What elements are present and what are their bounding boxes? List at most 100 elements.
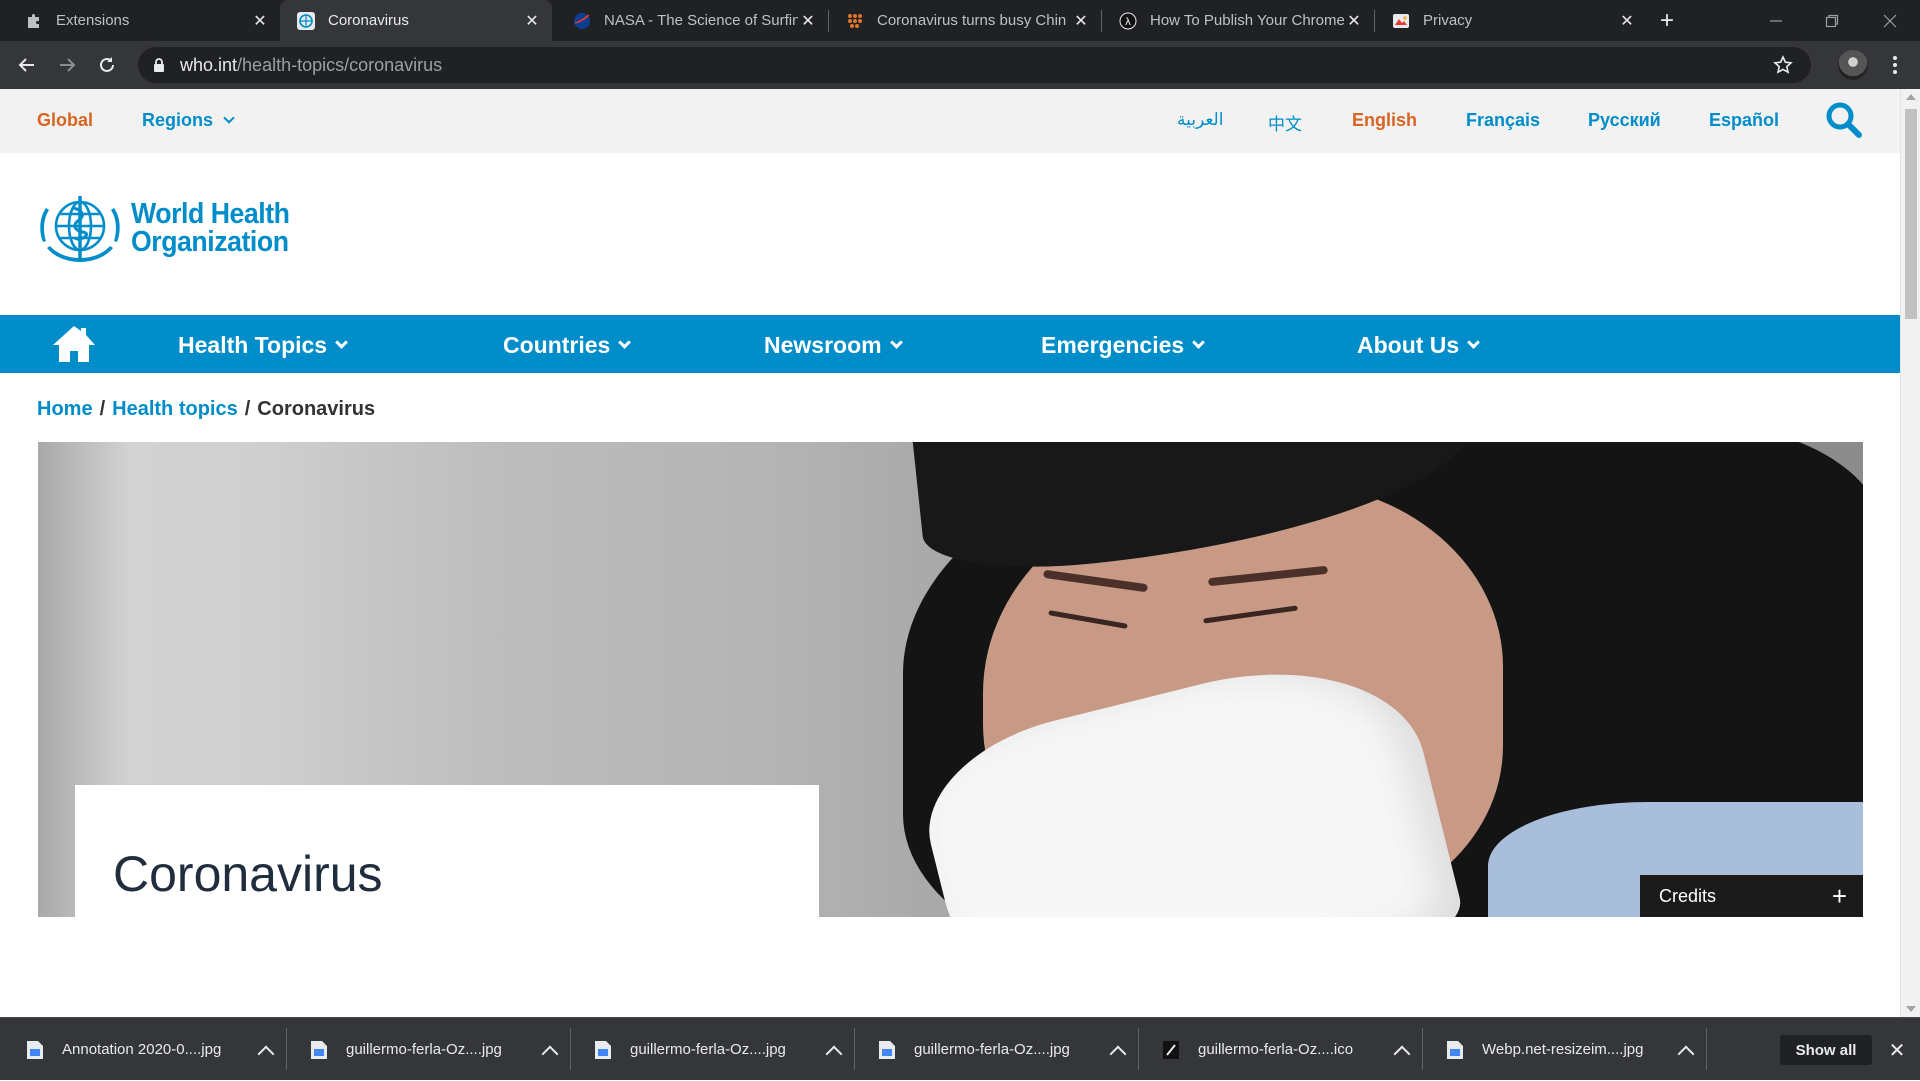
breadcrumb-current: Coronavirus — [257, 398, 376, 420]
new-tab-button[interactable]: + — [1653, 7, 1681, 34]
page-viewport: Global Regions العربية 中文 English França… — [0, 89, 1900, 1017]
download-filename: guillermo-ferla-Oz....jpg — [630, 1041, 786, 1058]
chevron-down-icon — [618, 336, 632, 349]
download-separator — [1706, 1028, 1707, 1070]
tab-title: Coronavirus — [328, 12, 409, 29]
address-bar[interactable]: who.int/health-topics/coronavirus — [138, 47, 1811, 83]
regions-dropdown[interactable]: Regions — [142, 110, 235, 131]
breadcrumb-separator: / — [244, 398, 251, 420]
nav-label: Newsroom — [764, 332, 882, 358]
profile-avatar[interactable] — [1838, 50, 1868, 80]
logo-line-1: World Health — [131, 198, 290, 230]
nav-newsroom[interactable]: Newsroom — [764, 332, 903, 359]
reload-button[interactable] — [91, 49, 123, 81]
nav-health-topics[interactable]: Health Topics — [178, 332, 348, 359]
chevron-up-icon[interactable] — [257, 1045, 275, 1062]
close-shelf-icon[interactable]: ✕ — [1885, 1038, 1909, 1062]
tab-close-icon[interactable]: ✕ — [250, 11, 270, 31]
forward-arrow-icon — [60, 58, 76, 72]
chevron-up-icon[interactable] — [825, 1045, 843, 1062]
download-filename: guillermo-ferla-Oz....ico — [1198, 1041, 1354, 1058]
tab-title: How To Publish Your Chrome — [1150, 12, 1344, 29]
tab-nasa[interactable]: NASA - The Science of Surfin ✕ — [556, 0, 828, 41]
nav-label: Health Topics — [178, 332, 328, 358]
chrome-menu-button[interactable] — [1883, 49, 1907, 81]
breadcrumb-health-topics-link[interactable]: Health topics — [112, 398, 238, 420]
credits-toggle[interactable]: Credits + — [1640, 875, 1863, 917]
breadcrumb-home-link[interactable]: Home — [37, 398, 93, 420]
page-scrollbar[interactable] — [1900, 89, 1920, 1017]
language-russian[interactable]: Русский — [1588, 110, 1661, 131]
home-button[interactable] — [51, 324, 97, 364]
tab-title: Extensions — [56, 12, 130, 29]
language-french[interactable]: Français — [1466, 110, 1540, 131]
global-link[interactable]: Global — [37, 110, 93, 131]
who-emblem-icon — [40, 196, 120, 262]
tab-strip: Extensions ✕ Coronavirus ✕ NASA - The Sc… — [0, 0, 1920, 41]
download-item[interactable]: guillermo-ferla-Oz....jpg — [284, 1018, 559, 1081]
who-wordmark: World Health Organization — [131, 198, 290, 257]
back-button[interactable] — [11, 49, 43, 81]
tab-title: Privacy — [1423, 12, 1473, 29]
language-english[interactable]: English — [1352, 110, 1417, 131]
language-spanish[interactable]: Español — [1709, 110, 1779, 131]
download-item[interactable]: guillermo-ferla-Oz....jpg — [568, 1018, 843, 1081]
svg-text:λ: λ — [1125, 17, 1131, 28]
home-icon — [53, 326, 95, 362]
chevron-up-icon[interactable] — [1677, 1045, 1695, 1062]
tab-close-icon[interactable]: ✕ — [522, 11, 542, 31]
chevron-down-icon — [1192, 336, 1206, 349]
tab-coronavirus-china[interactable]: Coronavirus turns busy Chin ✕ — [829, 0, 1101, 41]
tab-close-icon[interactable]: ✕ — [798, 11, 818, 31]
back-arrow-icon — [18, 58, 34, 72]
url-path: /health-topics/coronavirus — [237, 54, 443, 75]
download-item[interactable]: Webp.net-resizeim....jpg — [1420, 1018, 1695, 1081]
image-file-icon — [311, 1040, 327, 1059]
hero-title-card: Coronavirus — [75, 785, 819, 917]
language-arabic[interactable]: العربية — [1177, 110, 1223, 130]
nav-emergencies[interactable]: Emergencies — [1041, 332, 1206, 359]
tab-title: Coronavirus turns busy Chin — [877, 12, 1067, 29]
nav-about-us[interactable]: About Us — [1357, 332, 1481, 359]
who-logo[interactable]: World Health Organization — [37, 190, 303, 266]
download-item[interactable]: guillermo-ferla-Oz....ico — [1136, 1018, 1411, 1081]
tab-close-icon[interactable]: ✕ — [1071, 11, 1091, 31]
scroll-up-icon[interactable] — [1906, 94, 1916, 100]
download-filename: guillermo-ferla-Oz....jpg — [346, 1041, 502, 1058]
tab-privacy[interactable]: Privacy ✕ — [1375, 0, 1647, 41]
tab-close-icon[interactable]: ✕ — [1617, 11, 1637, 31]
tab-publish-chrome[interactable]: λ How To Publish Your Chrome ✕ — [1102, 0, 1374, 41]
download-item[interactable]: Annotation 2020-0....jpg — [0, 1018, 275, 1081]
show-all-downloads-button[interactable]: Show all — [1780, 1035, 1872, 1065]
tab-coronavirus[interactable]: Coronavirus ✕ — [280, 0, 552, 41]
chevron-down-icon — [889, 336, 903, 349]
chevron-up-icon[interactable] — [1393, 1045, 1411, 1062]
reload-icon — [100, 57, 114, 72]
forward-button[interactable] — [51, 49, 83, 81]
breadcrumb: Home / Health topics / Coronavirus — [37, 398, 375, 421]
restore-icon — [1825, 14, 1839, 27]
nav-countries[interactable]: Countries — [503, 332, 632, 359]
minimize-button[interactable] — [1748, 0, 1804, 41]
chevron-up-icon[interactable] — [541, 1045, 559, 1062]
page-title: Coronavirus — [113, 846, 383, 902]
tab-extensions[interactable]: Extensions ✕ — [8, 0, 280, 41]
tab-close-icon[interactable]: ✕ — [1344, 11, 1364, 31]
minimize-icon — [1770, 19, 1782, 22]
scrollbar-thumb[interactable] — [1905, 109, 1917, 319]
download-shelf: Annotation 2020-0....jpg guillermo-ferla… — [0, 1017, 1920, 1080]
puzzle-icon — [24, 11, 44, 31]
download-item[interactable]: guillermo-ferla-Oz....jpg — [852, 1018, 1127, 1081]
bookmark-star-icon[interactable] — [1773, 55, 1793, 80]
search-button[interactable] — [1824, 100, 1864, 140]
who-topbar: Global Regions العربية 中文 English França… — [0, 89, 1900, 153]
image-file-icon — [27, 1040, 43, 1059]
download-filename: guillermo-ferla-Oz....jpg — [914, 1041, 1070, 1058]
close-window-button[interactable] — [1862, 0, 1918, 41]
chevron-up-icon[interactable] — [1109, 1045, 1127, 1062]
scroll-down-icon[interactable] — [1906, 1006, 1916, 1012]
nasa-icon — [572, 11, 592, 31]
language-chinese[interactable]: 中文 — [1268, 110, 1302, 135]
lock-icon — [154, 58, 164, 72]
restore-button[interactable] — [1804, 0, 1860, 41]
